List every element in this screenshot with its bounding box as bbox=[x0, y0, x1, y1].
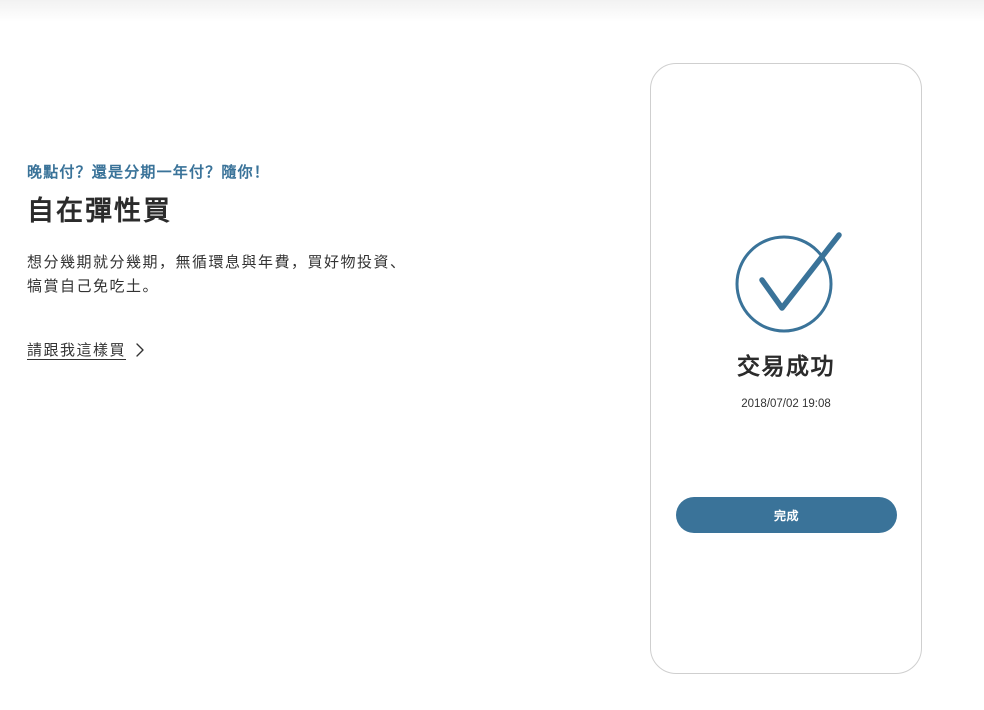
feature-eyebrow: 晚點付？還是分期一年付？隨你！ bbox=[27, 163, 271, 181]
chevron-right-icon bbox=[136, 343, 144, 357]
done-button[interactable]: 完成 bbox=[676, 497, 897, 533]
how-to-buy-link-label: 請跟我這樣買 bbox=[27, 341, 127, 359]
feature-headline: 自在彈性買 bbox=[27, 196, 172, 227]
feature-description: 想分幾期就分幾期，無循環息與年費，買好物投資、犒賞自己免吃土。 bbox=[27, 253, 407, 295]
phone-mockup: 交易成功 2018/07/02 19:08 完成 bbox=[650, 63, 922, 674]
transaction-timestamp: 2018/07/02 19:08 bbox=[741, 398, 831, 410]
how-to-buy-link[interactable]: 請跟我這樣買 bbox=[27, 338, 145, 362]
feature-copy: 晚點付？還是分期一年付？隨你！ 自在彈性買 想分幾期就分幾期，無循環息與年費，買… bbox=[27, 160, 427, 298]
top-shadow bbox=[0, 0, 984, 22]
success-title: 交易成功 bbox=[737, 354, 835, 380]
check-circle-icon bbox=[735, 232, 842, 333]
